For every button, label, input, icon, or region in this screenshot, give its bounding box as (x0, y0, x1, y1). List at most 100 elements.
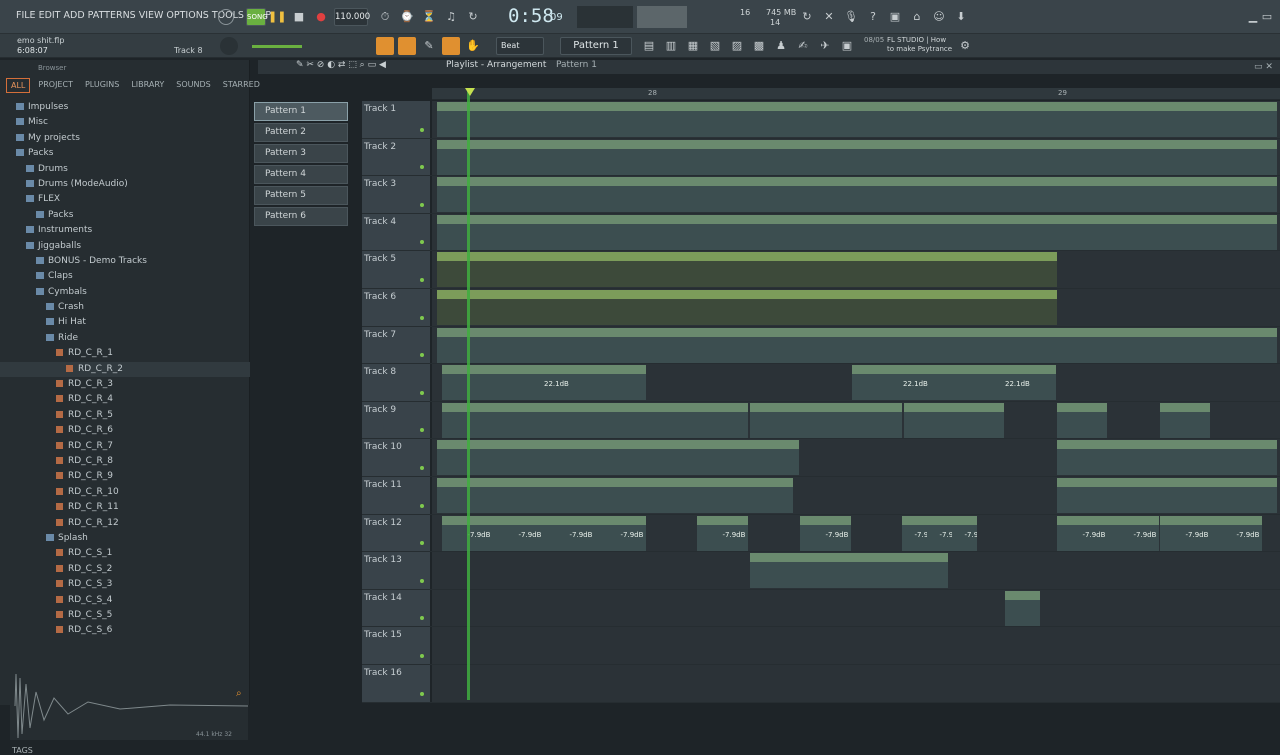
track-name[interactable]: Track 12 (362, 514, 430, 552)
tree-icon[interactable]: ▨ (728, 37, 746, 55)
track-lane[interactable]: Pattern 1 Pattern 1 (432, 101, 1280, 138)
snap-selector[interactable]: Beat (496, 37, 544, 55)
track-mute-led-icon[interactable] (420, 277, 424, 282)
track-mute-led-icon[interactable] (420, 390, 424, 395)
piano-roll-icon[interactable]: ▥ (662, 37, 680, 55)
folder-item[interactable]: My projects (0, 131, 250, 146)
clip[interactable]: Pattern 4 (1057, 214, 1277, 250)
clip[interactable]: RD_K_2 (646, 402, 748, 438)
track-mute-led-icon[interactable] (420, 691, 424, 696)
clip[interactable]: Pattern 5 (437, 327, 1057, 363)
track-name[interactable]: Track 15 (362, 627, 430, 664)
clip[interactable]: RD_C_HH_2 -7.9dB (1211, 515, 1262, 551)
midi-icon[interactable]: ✈ (816, 37, 834, 55)
clip[interactable]: RD_C_HH_2 -7.9dB (800, 515, 851, 551)
clip[interactable]: Pattern 3 (1057, 177, 1277, 213)
clip[interactable]: RD_C_C_8 (1057, 440, 1277, 476)
audio-file-item[interactable]: RD_C_R_8 (0, 454, 250, 469)
track-name[interactable]: Track 2 (362, 138, 430, 176)
audio-file-item[interactable]: RD_C_R_3 (0, 377, 250, 392)
track-lane[interactable]: Pattern 2 Pattern 2 (432, 138, 1280, 176)
tags-label[interactable]: TAGS (12, 746, 33, 755)
stamp-icon[interactable]: ✋ (464, 37, 482, 55)
folder-item[interactable]: Drums (ModeAudio) (0, 177, 250, 192)
pencil-icon[interactable]: ✎ (420, 37, 438, 55)
track-name[interactable]: Track 7 (362, 326, 430, 364)
folder-item[interactable]: Hi Hat (0, 315, 250, 330)
metronome-icon[interactable]: ⏱ (376, 8, 394, 26)
folder-item[interactable]: Cymbals (0, 285, 250, 300)
track-lane[interactable] (432, 665, 1280, 702)
track-name[interactable]: Track 1 (362, 101, 430, 138)
clip[interactable]: RD_S_3 22.1dB (442, 365, 646, 401)
clip[interactable]: RD_C_HH_2 -7.9dB (493, 515, 544, 551)
touch-icon[interactable]: ✍ (794, 37, 812, 55)
snap-arrow-button[interactable] (398, 37, 416, 55)
audio-file-item[interactable]: RD_C_S_5 (0, 608, 250, 623)
audio-file-item[interactable]: RD_C_R_9 (0, 469, 250, 484)
channel-rack-icon[interactable]: ▦ (684, 37, 702, 55)
audio-file-item[interactable]: RD_C_R_2 (0, 361, 250, 378)
automation-clip[interactable]: Enlightenment - Limiter pre volume (437, 252, 1057, 288)
browser-tab-sounds[interactable]: SOUNDS (172, 78, 214, 93)
track-mute-led-icon[interactable] (420, 315, 424, 320)
timeline-ruler[interactable]: 28 29 (432, 88, 1280, 100)
clip[interactable]: RD_K_2 (1160, 402, 1210, 438)
master-pitch-slider[interactable] (252, 45, 302, 48)
menu-view[interactable]: VIEW (139, 10, 164, 21)
step-edit-icon[interactable]: ♫ (442, 8, 460, 26)
link-icon[interactable] (442, 37, 460, 55)
pattern-item[interactable]: Pattern 4 (254, 165, 348, 184)
clip[interactable]: RD_K_2 (1057, 402, 1107, 438)
folder-item[interactable]: Claps (0, 269, 250, 284)
save-icon[interactable]: ▣ (886, 8, 904, 26)
clip[interactable]: Pattern 3 (437, 177, 1057, 213)
track-lane[interactable]: Pattern 3 Pattern 3 (432, 176, 1280, 213)
track-lane[interactable]: RD_T_3 (432, 589, 1280, 627)
playlist-icon[interactable]: ▤ (640, 37, 658, 55)
folder-item[interactable]: FLEX (0, 192, 250, 207)
track-mute-led-icon[interactable] (420, 127, 424, 132)
track-mute-led-icon[interactable] (420, 202, 424, 207)
audio-file-item[interactable]: RD_C_R_12 (0, 516, 250, 531)
track-name[interactable]: Track 3 (362, 176, 430, 213)
browser-tab-library[interactable]: LIBRARY (127, 78, 168, 93)
track-lane[interactable]: RD_C_S_4 RD_C_S_4 (432, 477, 1280, 514)
clip[interactable]: RD_C_HH_2 -7.9dB (544, 515, 595, 551)
browser-tab-starred[interactable]: STARRED (219, 78, 264, 93)
main-volume-knob[interactable] (220, 37, 238, 55)
clip[interactable]: RD_K_2 (544, 402, 646, 438)
track-lane[interactable]: Pattern 5 Pattern 6 (432, 326, 1280, 364)
browser-tab-plugins[interactable]: PLUGINS (81, 78, 123, 93)
chat-icon[interactable]: ☺ (930, 8, 948, 26)
track-lane[interactable]: Enlightenment - Distortion (432, 289, 1280, 326)
clip[interactable]: RD_C_HH_2 -7.9dB (697, 515, 748, 551)
news-icon[interactable]: ▣ (838, 37, 856, 55)
audio-file-item[interactable]: RD_C_S_6 (0, 623, 250, 638)
mic-icon[interactable]: 🎙 (842, 8, 860, 26)
clip[interactable]: Pattern 4 (437, 214, 1057, 250)
track-name[interactable]: Track 6 (362, 289, 430, 326)
audio-file-item[interactable]: RD_C_R_4 (0, 392, 250, 407)
help-icon[interactable]: ? (864, 8, 882, 26)
pattern-item[interactable]: Pattern 3 (254, 144, 348, 163)
audio-file-item[interactable]: RD_C_S_4 (0, 593, 250, 608)
draw-tool-icon[interactable]: ✎ ✂ ⊘ ◐ ⇄ ⬚ ⌕ ▭ ◀ (296, 60, 386, 70)
audio-file-item[interactable]: RD_C_S_3 (0, 577, 250, 592)
pattern-item[interactable]: Pattern 1 (254, 102, 348, 121)
audio-file-item[interactable]: RD_C_R_1 (0, 346, 250, 361)
folder-item[interactable]: Misc (0, 115, 250, 130)
clip[interactable]: RD_C_HH_2 -7.9dB (1108, 515, 1159, 551)
menu-edit[interactable]: EDIT (39, 10, 61, 21)
browser-tab-project[interactable]: PROJECT (34, 78, 77, 93)
playlist-view-button[interactable] (376, 37, 394, 55)
tempo-display[interactable]: 110.000 (334, 8, 370, 26)
track-name[interactable]: Track 11 (362, 477, 430, 514)
track-lane[interactable]: RD_C_HH_2 -7.9dB RD_C_HH_2 -7.9dB RD_C_HH_2-… (432, 514, 1280, 552)
clip[interactable]: Pattern 1 (1057, 102, 1277, 137)
track-mute-led-icon[interactable] (420, 653, 424, 658)
pattern-item[interactable]: Pattern 6 (254, 207, 348, 226)
pattern-selector[interactable]: Pattern 1 (560, 37, 632, 55)
track-name[interactable]: Track 13 (362, 552, 430, 589)
countdown-icon[interactable]: ⏳ (420, 8, 438, 26)
